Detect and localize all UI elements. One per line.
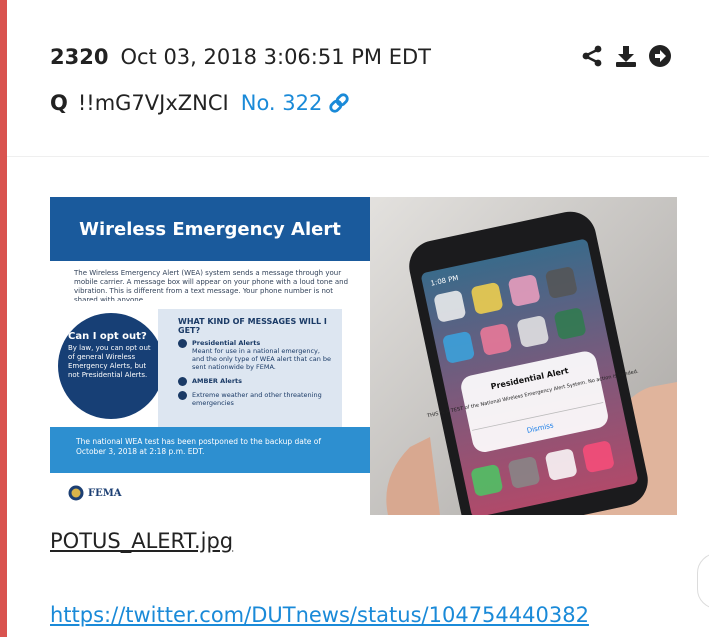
optout-title: Can I opt out? — [68, 331, 147, 342]
optout-text: By law, you can opt out of general Wirel… — [68, 344, 151, 379]
message-item-title: AMBER Alerts — [192, 377, 243, 385]
post-tripcode: !!mG7VJxZNCI — [77, 91, 229, 115]
poster-notice: The national WEA test has been postponed… — [50, 427, 370, 473]
attachment-image[interactable]: Wireless Emergency Alert The Wireless Em… — [50, 197, 677, 515]
download-icon[interactable] — [614, 44, 638, 68]
message-item: Extreme weather and other threatening em… — [178, 391, 332, 407]
post-meta-row: 2320 Oct 03, 2018 3:06:51 PM EDT — [50, 40, 431, 74]
chain-link-icon — [328, 92, 350, 114]
fema-logo: FEMA — [68, 485, 122, 501]
optout-circle: Can I opt out? By law, you can opt out o… — [58, 313, 164, 419]
share-icon[interactable] — [580, 44, 604, 68]
message-item-text: Meant for use in a national emergency, a… — [192, 347, 332, 371]
post-accent-bar — [0, 0, 7, 637]
message-item-text: Extreme weather and other threatening em… — [192, 391, 322, 407]
external-link[interactable]: https://twitter.com/DUTnews/status/10475… — [50, 603, 589, 633]
fema-seal-icon — [68, 485, 84, 501]
message-item: Presidential Alerts Meant for use in a n… — [178, 339, 332, 371]
messages-heading: WHAT KIND OF MESSAGES WILL I GET? — [178, 317, 327, 335]
arrow-right-circle-icon[interactable] — [648, 44, 672, 68]
fema-wordmark: FEMA — [88, 487, 122, 499]
messages-box: WHAT KIND OF MESSAGES WILL I GET? Presid… — [158, 309, 342, 437]
post-header: 2320 Oct 03, 2018 3:06:51 PM EDT Q !!mG7… — [50, 40, 690, 130]
post-number: 2320 — [50, 45, 109, 69]
post-author-row: Q !!mG7VJxZNCI No. 322 — [50, 86, 350, 120]
post-reference-link[interactable]: No. 322 — [241, 91, 351, 115]
header-divider — [7, 156, 709, 157]
scroll-side-button[interactable] — [697, 553, 709, 609]
message-item-title: Presidential Alerts — [192, 339, 261, 347]
post-reference-label: No. 322 — [240, 91, 323, 115]
poster-title: Wireless Emergency Alert — [50, 197, 370, 261]
post-datetime: Oct 03, 2018 3:06:51 PM EDT — [120, 45, 431, 69]
post-author: Q — [50, 91, 68, 115]
attachment-filename-link[interactable]: POTUS_ALERT.jpg — [50, 529, 233, 559]
poster-intro: The Wireless Emergency Alert (WEA) syste… — [74, 269, 349, 301]
message-item: AMBER Alerts — [178, 377, 332, 386]
phone-photo: 1:08 PM Presidential Alert THIS IS A TES… — [370, 197, 677, 515]
wea-poster: Wireless Emergency Alert The Wireless Em… — [50, 197, 370, 515]
post-actions — [580, 44, 672, 68]
